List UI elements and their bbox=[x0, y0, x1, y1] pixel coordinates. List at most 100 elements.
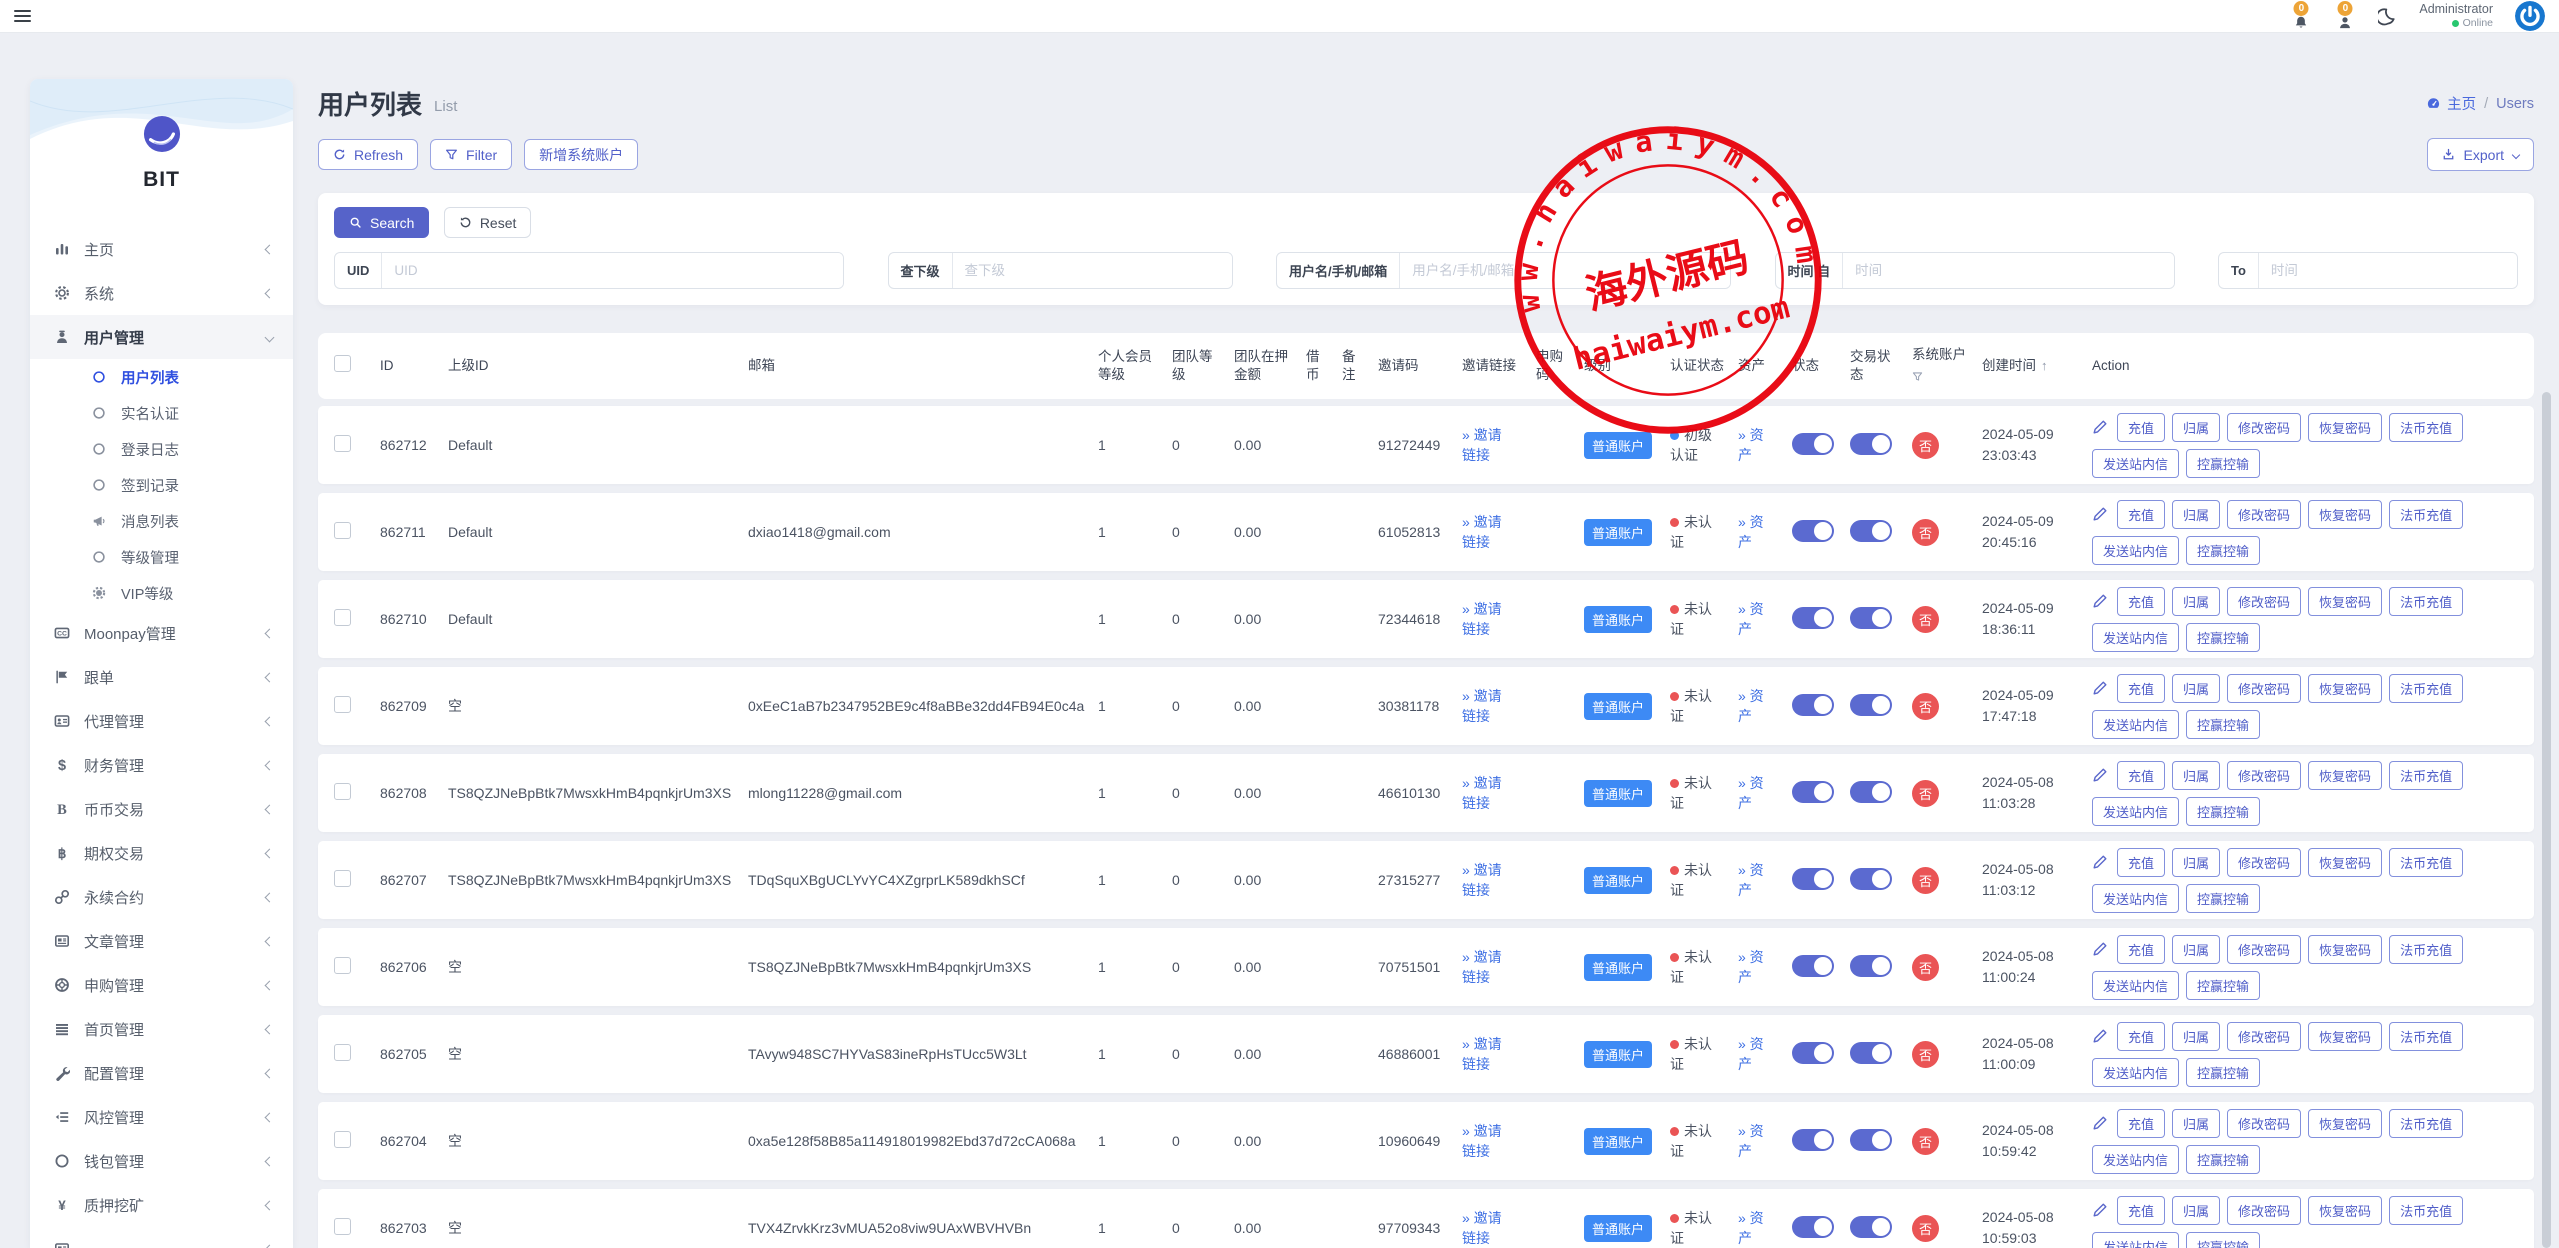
sidebar-item[interactable]: 系统 bbox=[30, 271, 293, 315]
edit-icon[interactable] bbox=[2092, 1115, 2108, 1131]
notification-bell[interactable]: 0 bbox=[2290, 1, 2312, 31]
action-button[interactable]: 修改密码 bbox=[2227, 935, 2301, 964]
action-button[interactable]: 充值 bbox=[2117, 674, 2165, 703]
action-button[interactable]: 充值 bbox=[2117, 500, 2165, 529]
sidebar-subitem[interactable]: 实名认证 bbox=[30, 395, 293, 431]
action-button[interactable]: 恢复密码 bbox=[2308, 935, 2382, 964]
action-button[interactable]: 发送站内信 bbox=[2092, 710, 2179, 739]
action-button[interactable]: 恢复密码 bbox=[2308, 848, 2382, 877]
status-toggle[interactable] bbox=[1792, 781, 1834, 803]
action-button[interactable]: 发送站内信 bbox=[2092, 536, 2179, 565]
action-button[interactable]: 发送站内信 bbox=[2092, 1058, 2179, 1087]
action-button[interactable]: 控赢控输 bbox=[2186, 1058, 2260, 1087]
sidebar-item[interactable]: 代理管理 bbox=[30, 699, 293, 743]
assets-link[interactable]: » 资产 bbox=[1738, 1121, 1774, 1162]
assets-link[interactable]: » 资产 bbox=[1738, 1034, 1774, 1075]
column-header-system[interactable]: 系统账户 bbox=[1912, 346, 1972, 385]
dark-mode-icon[interactable] bbox=[2378, 7, 2397, 26]
filter-field-input[interactable] bbox=[382, 253, 843, 288]
assets-link[interactable]: » 资产 bbox=[1738, 860, 1774, 901]
filter-field-input[interactable] bbox=[2259, 253, 2517, 288]
action-button[interactable]: 归属 bbox=[2172, 413, 2220, 442]
action-button[interactable]: 充值 bbox=[2117, 935, 2165, 964]
filter-field-input[interactable] bbox=[1400, 253, 1730, 288]
action-button[interactable]: 恢复密码 bbox=[2308, 500, 2382, 529]
sidebar-item[interactable]: 期权交易 bbox=[30, 831, 293, 875]
sidebar-item[interactable]: 主页 bbox=[30, 227, 293, 271]
assets-link[interactable]: » 资产 bbox=[1738, 947, 1774, 988]
action-button[interactable]: 发送站内信 bbox=[2092, 884, 2179, 913]
invite-link[interactable]: » 邀请链接 bbox=[1462, 1034, 1512, 1075]
add-system-account-button[interactable]: 新增系统账户 bbox=[524, 139, 638, 170]
action-button[interactable]: 归属 bbox=[2172, 935, 2220, 964]
edit-icon[interactable] bbox=[2092, 767, 2108, 783]
action-button[interactable]: 控赢控输 bbox=[2186, 1232, 2260, 1248]
action-button[interactable]: 发送站内信 bbox=[2092, 971, 2179, 1000]
action-button[interactable]: 归属 bbox=[2172, 500, 2220, 529]
edit-icon[interactable] bbox=[2092, 419, 2108, 435]
invite-link[interactable]: » 邀请链接 bbox=[1462, 1121, 1512, 1162]
action-button[interactable]: 充值 bbox=[2117, 587, 2165, 616]
sidebar-item[interactable] bbox=[30, 1227, 293, 1248]
invite-link[interactable]: » 邀请链接 bbox=[1462, 947, 1512, 988]
edit-icon[interactable] bbox=[2092, 941, 2108, 957]
invite-link[interactable]: » 邀请链接 bbox=[1462, 1208, 1512, 1248]
action-button[interactable]: 修改密码 bbox=[2227, 1109, 2301, 1138]
filter-field-input[interactable] bbox=[1843, 253, 2173, 288]
edit-icon[interactable] bbox=[2092, 680, 2108, 696]
trade-status-toggle[interactable] bbox=[1850, 520, 1892, 542]
column-filter[interactable] bbox=[1912, 368, 1972, 386]
invite-link[interactable]: » 邀请链接 bbox=[1462, 773, 1512, 814]
action-button[interactable]: 恢复密码 bbox=[2308, 413, 2382, 442]
trade-status-toggle[interactable] bbox=[1850, 1216, 1892, 1238]
action-button[interactable]: 控赢控输 bbox=[2186, 710, 2260, 739]
action-button[interactable]: 控赢控输 bbox=[2186, 797, 2260, 826]
action-button[interactable]: 充值 bbox=[2117, 1109, 2165, 1138]
row-checkbox[interactable] bbox=[334, 696, 351, 713]
row-checkbox[interactable] bbox=[334, 783, 351, 800]
assets-link[interactable]: » 资产 bbox=[1738, 512, 1774, 553]
sidebar-item[interactable]: 永续合约 bbox=[30, 875, 293, 919]
action-button[interactable]: 恢复密码 bbox=[2308, 587, 2382, 616]
edit-icon[interactable] bbox=[2092, 593, 2108, 609]
sidebar-item[interactable]: 文章管理 bbox=[30, 919, 293, 963]
action-button[interactable]: 恢复密码 bbox=[2308, 761, 2382, 790]
trade-status-toggle[interactable] bbox=[1850, 781, 1892, 803]
sort-asc-icon[interactable]: ↑ bbox=[2041, 358, 2048, 373]
sidebar-subitem[interactable]: 用户列表 bbox=[30, 359, 293, 395]
action-button[interactable]: 恢复密码 bbox=[2308, 1196, 2382, 1225]
status-toggle[interactable] bbox=[1792, 520, 1834, 542]
action-button[interactable]: 修改密码 bbox=[2227, 413, 2301, 442]
action-button[interactable]: 发送站内信 bbox=[2092, 1232, 2179, 1248]
invite-link[interactable]: » 邀请链接 bbox=[1462, 599, 1512, 640]
action-button[interactable]: 发送站内信 bbox=[2092, 623, 2179, 652]
status-toggle[interactable] bbox=[1792, 694, 1834, 716]
action-button[interactable]: 归属 bbox=[2172, 1196, 2220, 1225]
sidebar-item[interactable]: 首页管理 bbox=[30, 1007, 293, 1051]
sidebar-item[interactable]: 质押挖矿 bbox=[30, 1183, 293, 1227]
action-button[interactable]: 发送站内信 bbox=[2092, 449, 2179, 478]
action-button[interactable]: 法币充值 bbox=[2389, 413, 2463, 442]
action-button[interactable]: 归属 bbox=[2172, 587, 2220, 616]
sidebar-item[interactable]: 跟单 bbox=[30, 655, 293, 699]
edit-icon[interactable] bbox=[2092, 506, 2108, 522]
edit-icon[interactable] bbox=[2092, 1028, 2108, 1044]
status-toggle[interactable] bbox=[1792, 1129, 1834, 1151]
status-toggle[interactable] bbox=[1792, 1216, 1834, 1238]
action-button[interactable]: 控赢控输 bbox=[2186, 623, 2260, 652]
edit-icon[interactable] bbox=[2092, 854, 2108, 870]
status-toggle[interactable] bbox=[1792, 433, 1834, 455]
sidebar-item[interactable]: 币币交易 bbox=[30, 787, 293, 831]
reset-button[interactable]: Reset bbox=[444, 207, 532, 238]
row-checkbox[interactable] bbox=[334, 435, 351, 452]
action-button[interactable]: 修改密码 bbox=[2227, 1022, 2301, 1051]
action-button[interactable]: 法币充值 bbox=[2389, 1196, 2463, 1225]
filter-button[interactable]: Filter bbox=[430, 139, 512, 170]
assets-link[interactable]: » 资产 bbox=[1738, 773, 1774, 814]
row-checkbox[interactable] bbox=[334, 957, 351, 974]
sidebar-item[interactable]: Moonpay管理 bbox=[30, 611, 293, 655]
action-button[interactable]: 法币充值 bbox=[2389, 1109, 2463, 1138]
row-checkbox[interactable] bbox=[334, 870, 351, 887]
action-button[interactable]: 修改密码 bbox=[2227, 674, 2301, 703]
assets-link[interactable]: » 资产 bbox=[1738, 599, 1774, 640]
